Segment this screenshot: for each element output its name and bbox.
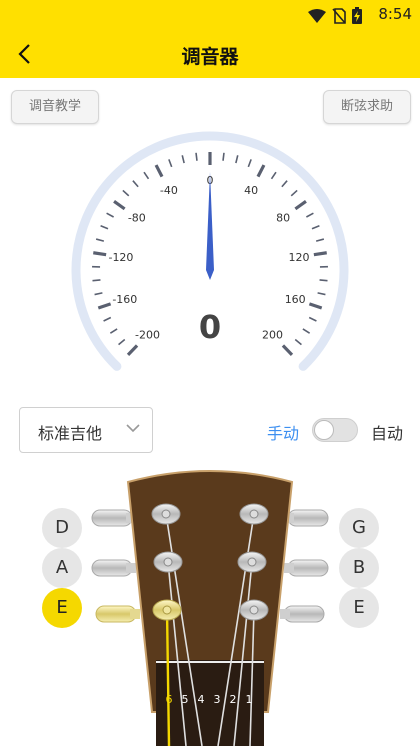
gauge-tick — [294, 338, 302, 346]
tuner-knob-a — [153, 551, 183, 573]
gauge-tick — [95, 238, 105, 242]
string-number-1: 1 — [246, 693, 253, 706]
tuner-knob-b — [237, 551, 267, 573]
gauge-tick — [317, 292, 326, 296]
broken-string-help-button[interactable]: 断弦求助 — [323, 90, 411, 124]
gauge-tick — [311, 225, 320, 230]
tuner-knob-low-e — [152, 599, 182, 621]
gauge-scale-label: 80 — [276, 212, 290, 225]
battery-charging-icon — [352, 7, 362, 24]
gauge-tick — [319, 279, 328, 282]
tuning-tutorial-button[interactable]: 调音教学 — [11, 90, 99, 124]
tuner-knob-d — [151, 503, 181, 525]
string-number-4: 4 — [198, 693, 205, 706]
gauge-tick — [132, 180, 139, 188]
string-button-b[interactable]: B — [339, 548, 379, 588]
no-sim-icon — [332, 7, 346, 24]
gauge-scale-label: -120 — [108, 251, 133, 264]
toggle-knob — [314, 420, 334, 440]
gauge-tick — [181, 155, 185, 164]
page-title: 调音器 — [181, 46, 239, 68]
gauge-tick — [100, 225, 109, 230]
gauge-tick — [290, 189, 298, 197]
tuning-peg-left-middle — [91, 559, 136, 577]
string-button-g[interactable]: G — [339, 508, 379, 548]
gauge-tick — [118, 338, 126, 346]
gauge-needle — [206, 172, 214, 280]
string-button-low-e[interactable]: E — [42, 588, 82, 628]
chevron-down-icon — [126, 424, 140, 433]
string-number-2: 2 — [230, 693, 237, 706]
gauge-tick — [302, 328, 311, 334]
gauge-tick — [106, 212, 114, 218]
gauge-tick — [306, 212, 314, 218]
string-button-high-e[interactable]: E — [339, 588, 379, 628]
gauge-tick — [143, 171, 150, 180]
gauge-tick — [222, 152, 225, 161]
gauge-scale-label: 200 — [262, 329, 283, 342]
tuning-peg-left-bottom-active — [95, 605, 140, 623]
gauge-scale-label: -160 — [112, 293, 137, 306]
gauge-tick — [126, 344, 139, 356]
tuning-peg-left-top — [91, 509, 136, 527]
gauge-tick — [281, 344, 294, 356]
gauge-tick — [308, 302, 323, 310]
string-number-3: 3 — [214, 693, 221, 706]
wifi-icon — [308, 8, 326, 23]
gauge-tick — [109, 328, 118, 334]
gauge-tick — [94, 292, 103, 296]
gauge-tick — [93, 251, 107, 257]
gauge-scale-label: -40 — [160, 184, 178, 197]
gauge-tick — [97, 302, 112, 310]
gauge-tick — [256, 164, 266, 178]
gauge-scale-label: -200 — [135, 329, 160, 342]
gauge-tick — [113, 200, 126, 211]
instrument-select[interactable]: 标准吉他 — [19, 407, 153, 453]
gauge-tick — [122, 189, 130, 197]
app-header: 调音器 — [0, 30, 420, 78]
gauge-tick — [270, 171, 277, 180]
instrument-select-value: 标准吉他 — [38, 424, 103, 443]
gauge-tick — [308, 316, 317, 322]
status-icons — [308, 7, 362, 24]
string-button-a[interactable]: A — [42, 548, 82, 588]
gauge-tick — [154, 164, 164, 178]
gauge-tick — [315, 238, 325, 242]
gauge-scale-label: -80 — [128, 212, 146, 225]
tuning-peg-right-middle — [284, 559, 329, 577]
gauge-tick — [195, 152, 198, 161]
string-button-d[interactable]: D — [42, 508, 82, 548]
string-number-6: 6 — [166, 693, 173, 706]
gauge-scale-label: 160 — [285, 293, 306, 306]
tuner-knob-g — [239, 503, 269, 525]
auto-mode-label[interactable]: 自动 — [371, 420, 403, 444]
status-time: 8:54 — [378, 5, 412, 23]
gauge-tick — [247, 159, 252, 168]
string-number-5: 5 — [182, 693, 189, 706]
gauge-tick — [92, 279, 101, 282]
gauge-tick — [168, 159, 173, 168]
guitar-headstock: 6 5 4 3 2 1 — [91, 470, 329, 746]
tuner-knob-high-e — [239, 599, 269, 621]
gauge-tick — [235, 155, 239, 164]
tuner-gauge: -200-160-120-80-4004080120160200 0 — [71, 131, 349, 371]
tuning-peg-right-top — [284, 509, 329, 527]
gauge-scale-label: 40 — [244, 184, 258, 197]
gauge-tick — [294, 200, 307, 211]
auto-mode-toggle[interactable] — [312, 418, 358, 442]
manual-mode-label[interactable]: 手动 — [267, 420, 299, 444]
gauge-tick — [313, 251, 327, 257]
gauge-scale-label: 120 — [289, 251, 310, 264]
gauge-tick — [103, 316, 112, 322]
cents-reading: 0 — [199, 308, 221, 346]
tuning-peg-right-bottom — [280, 605, 325, 623]
status-bar: 8:54 — [0, 0, 420, 30]
gauge-tick — [281, 180, 288, 188]
